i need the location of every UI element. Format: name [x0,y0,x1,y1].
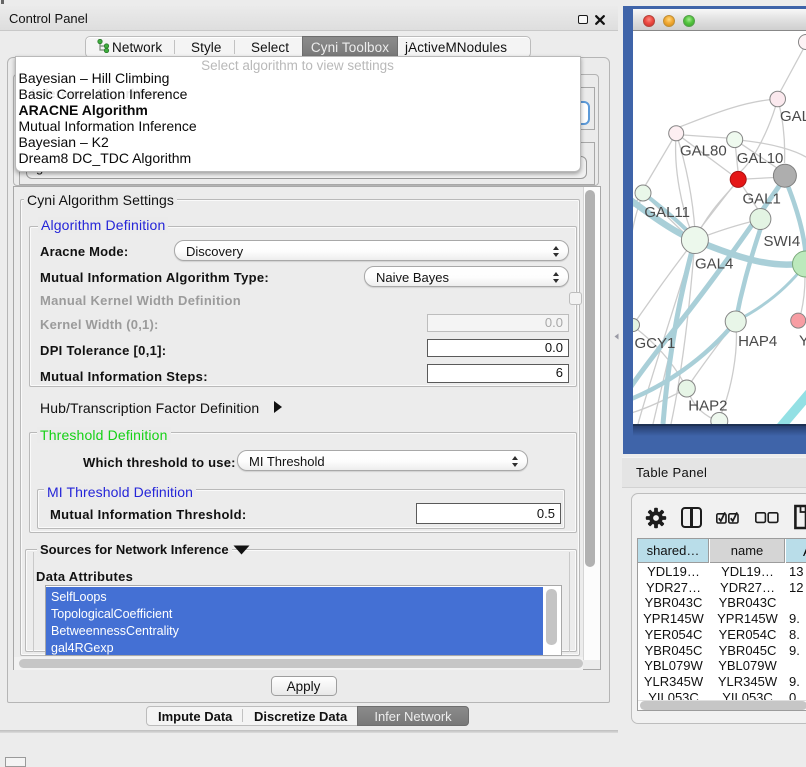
svg-text:GAL4: GAL4 [695,256,733,273]
svg-text:HAP4: HAP4 [738,333,777,350]
svg-text:Y: Y [799,333,806,350]
svg-text:GAL7: GAL7 [780,108,806,125]
svg-text:GAL11: GAL11 [644,204,690,221]
svg-text:SWI4: SWI4 [764,233,801,250]
svg-text:GAL80: GAL80 [680,143,727,160]
svg-text:GAL10: GAL10 [737,150,784,167]
svg-text:HAP2: HAP2 [688,398,727,415]
svg-text:GCY1: GCY1 [635,335,676,352]
svg-text:GAL1: GAL1 [743,191,781,208]
